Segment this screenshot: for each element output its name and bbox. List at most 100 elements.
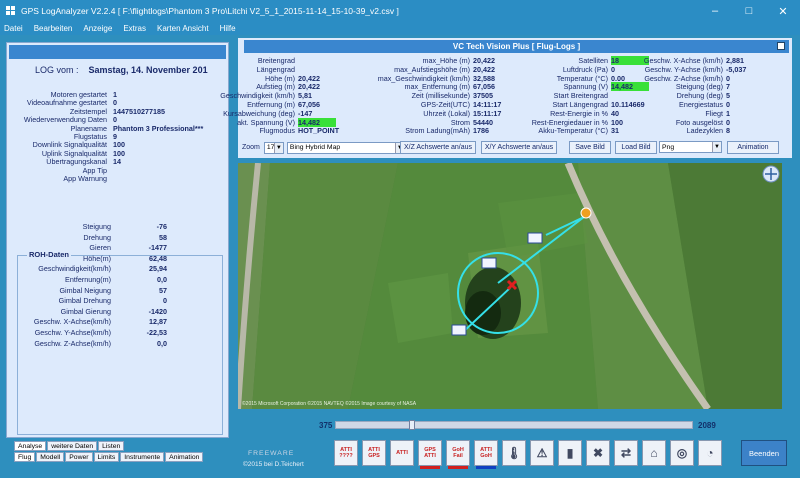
timeline-scrollbar[interactable] <box>335 421 693 429</box>
roh-label: Gimbal Neigung <box>59 285 111 295</box>
col1-value: 5,81 <box>298 91 312 101</box>
freeware-label: FREEWARE <box>248 450 295 457</box>
close-button[interactable]: ✕ <box>766 0 800 22</box>
radar-tool[interactable]: ◔ <box>698 440 722 466</box>
atti-tool[interactable]: ATTI <box>390 440 414 466</box>
panel-minimize-button[interactable] <box>777 42 785 50</box>
tab-instrumente[interactable]: Instrumente <box>120 452 165 462</box>
timeline-thumb[interactable] <box>409 420 415 430</box>
roh-value: 0 <box>163 296 167 306</box>
photo-marker-icon[interactable] <box>481 257 497 269</box>
col4-label: Geschw. X-Achse (km/h) <box>643 56 723 65</box>
map-type-select[interactable]: Bing Hybrid Map▼ <box>286 141 405 154</box>
roh-row: Geschw. Y-Achse(km/h) -22,53 <box>7 328 229 337</box>
home-tool[interactable]: ⌂ <box>642 440 666 466</box>
map-view[interactable]: ©2015 Microsoft Corporation ©2015 NAVTEQ… <box>238 163 782 409</box>
col4-label: Energiestatus <box>679 100 723 109</box>
battery-tool[interactable]: ▮ <box>558 440 582 466</box>
col2-value: 37505 <box>473 91 493 101</box>
warning-tool[interactable]: ⚠ <box>530 440 554 466</box>
animation-button[interactable]: Animation <box>727 141 779 154</box>
col2-value: 14:11:17 <box>473 100 502 109</box>
roh-value: 62,48 <box>149 253 167 263</box>
menu-anzeige[interactable]: Anzeige <box>83 24 112 33</box>
thermometer-tool[interactable]: 🌡 <box>502 440 526 466</box>
col3-label: Spannung (V) <box>563 82 608 92</box>
xz-axis-toggle-button[interactable]: X/Z Achswerte an/aus <box>400 141 476 154</box>
tab-flug[interactable]: Flug <box>14 452 36 462</box>
roh-value: -76 <box>156 222 167 231</box>
zoom-select[interactable]: 17 ▼ <box>263 141 284 154</box>
tab-analyse[interactable]: Analyse <box>14 441 47 451</box>
tab-modell[interactable]: Modell <box>36 452 65 462</box>
image-format-value: Png <box>662 143 675 151</box>
tool-label-bottom: GoH <box>480 453 492 459</box>
tab-animation[interactable]: Animation <box>165 452 204 462</box>
roh-value: 12,87 <box>149 317 167 327</box>
col3-value: 0 <box>611 64 615 74</box>
window-title: GPS LogAnalyzer V2.2.4 [ F:\flightlogs\P… <box>21 6 399 16</box>
tab-limits[interactable]: Limits <box>93 452 120 462</box>
title-bar: GPS LogAnalyzer V2.2.4 [ F:\flightlogs\P… <box>0 0 800 22</box>
exit-button[interactable]: Beenden <box>741 440 787 466</box>
roh-row: Entfernung(m) 0,0 <box>7 275 229 284</box>
photo-marker-icon[interactable] <box>527 232 543 244</box>
tab-weitere-daten[interactable]: weitere Daten <box>47 441 98 451</box>
photo-marker-icon[interactable] <box>451 324 467 336</box>
xy-axis-toggle-button[interactable]: X/Y Achswerte an/aus <box>481 141 557 154</box>
atti-goh-tool[interactable]: ATTI GoH <box>474 440 498 469</box>
chevron-down-icon[interactable]: ▼ <box>712 142 721 152</box>
col4-label: Foto ausgelöst <box>675 117 723 127</box>
target-tool[interactable]: ◎ <box>670 440 694 466</box>
tab-power[interactable]: Power <box>65 452 93 462</box>
col1-label: Geschwindigkeit (km/h) <box>220 91 295 101</box>
home-marker-icon[interactable] <box>580 207 592 219</box>
maximize-button[interactable]: □ <box>732 0 766 22</box>
roh-value: 0,0 <box>157 338 167 348</box>
save-image-button[interactable]: Save Bild <box>569 141 611 154</box>
col1-value: 20,422 <box>298 82 320 92</box>
roh-label: Gimbal Gierung <box>60 306 111 316</box>
gps-atti-tool[interactable]: GPS ATTI <box>418 440 442 469</box>
satellite-map[interactable] <box>238 163 782 409</box>
tool-indicator-bar <box>420 466 440 469</box>
warning-icon: ⚠ <box>536 446 548 460</box>
menu-karten-ansicht[interactable]: Karten Ansicht <box>157 24 209 33</box>
zoom-spin-icon[interactable]: ▼ <box>273 142 283 153</box>
col4-value: 5 <box>726 91 730 101</box>
minimize-button[interactable]: – <box>698 0 732 22</box>
panel-title: VC Tech Vision Plus [ Flug-Logs ] <box>452 42 581 51</box>
menu-extras[interactable]: Extras <box>123 24 146 33</box>
log-label: LOG vom : <box>35 65 79 75</box>
roh-row: Drehung 58 <box>7 233 229 242</box>
tool-label-bottom: GPS <box>368 453 380 459</box>
roh-label: Höhe(m) <box>83 253 111 263</box>
col2-value: 20,422 <box>473 56 495 65</box>
menu-hilfe[interactable]: Hilfe <box>220 24 236 33</box>
col2-label: Uhrzeit (Lokal) <box>423 108 470 118</box>
drone-delete-tool[interactable]: ✖ <box>586 440 610 466</box>
map-copyright: ©2015 Microsoft Corporation ©2015 NAVTEQ… <box>242 401 417 407</box>
tab-listen[interactable]: Listen <box>98 441 125 451</box>
load-image-button[interactable]: Load Bild <box>615 141 657 154</box>
image-format-select[interactable]: Png ▼ <box>659 141 722 153</box>
roh-row: Gimbal Gierung -1420 <box>7 307 229 316</box>
tabs-row-1: Analyse weitere Daten Listen <box>14 441 125 451</box>
atti-gps-tool[interactable]: ATTI GPS <box>362 440 386 466</box>
col1-label: Aufstieg (m) <box>256 82 295 92</box>
menu-datei[interactable]: Datei <box>4 24 23 33</box>
col2-label: max_Entfernung (m) <box>404 82 470 92</box>
menu-bearbeiten[interactable]: Bearbeiten <box>34 24 73 33</box>
info-label: App Warnung <box>63 174 107 183</box>
col3-label: Akku-Temperatur (°C) <box>538 126 608 136</box>
info-row: App Warnung <box>7 174 229 183</box>
roh-value: -1420 <box>148 306 167 316</box>
col1-value: HOT_POINT <box>298 126 340 136</box>
col3-label: Start Breitengrad <box>553 91 608 101</box>
drone-transfer-tool[interactable]: ⇄ <box>614 440 638 466</box>
gps-fail-tool[interactable]: GoH Fail <box>446 440 470 469</box>
col2-value: 15:11:17 <box>473 108 502 118</box>
atti-help-tool[interactable]: ATTI???? <box>334 440 358 466</box>
battery-icon: ▮ <box>566 446 574 460</box>
map-controls: Zoom 17▼ Bing Hybrid Map▼ <box>242 141 405 154</box>
